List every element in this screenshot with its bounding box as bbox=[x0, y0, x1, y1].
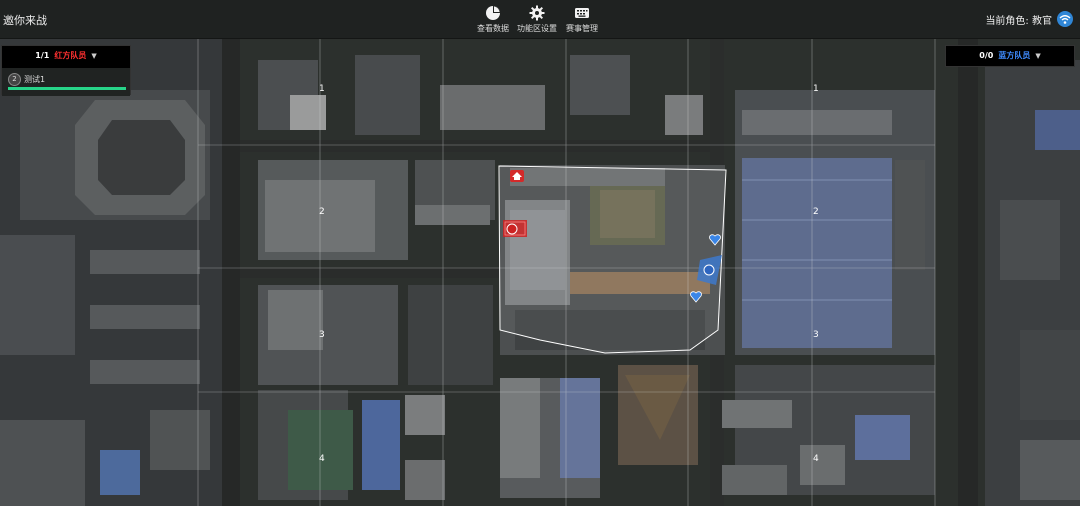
zone-label-right-1: 1 bbox=[813, 84, 819, 94]
red-team-name: 红方队员 bbox=[54, 51, 87, 60]
function-area-settings-label: 功能区设置 bbox=[517, 24, 557, 33]
gear-icon bbox=[529, 5, 545, 21]
red-house-icon bbox=[510, 170, 524, 182]
blue-team-count: 0/0 bbox=[979, 51, 994, 60]
zone-label-right-2: 2 bbox=[813, 207, 819, 217]
pie-chart-icon bbox=[486, 6, 500, 20]
blue-team-panel: 0/0 蓝方队员 ▼ bbox=[945, 45, 1075, 67]
list-item[interactable]: 2 测试1 bbox=[2, 68, 130, 96]
zone-boundary bbox=[498, 165, 727, 354]
zone-label-left-3: 3 bbox=[319, 330, 325, 340]
zone-label-left-4: 4 bbox=[319, 454, 325, 464]
red-team-panel: 1/1 红方队员 ▼ 2 测试1 bbox=[1, 45, 131, 96]
blue-team-name: 蓝方队员 bbox=[998, 51, 1031, 60]
role-label: 当前角色: bbox=[985, 16, 1029, 27]
health-bar-fill bbox=[8, 87, 126, 90]
wifi-icon[interactable] bbox=[1057, 11, 1073, 27]
zone-label-left-2: 2 bbox=[319, 207, 325, 217]
zone-label-right-3: 3 bbox=[813, 330, 819, 340]
red-base-marker bbox=[503, 220, 527, 237]
red-team-count: 1/1 bbox=[35, 51, 50, 60]
zone-label-right-4: 4 bbox=[813, 454, 819, 464]
keyboard-icon bbox=[575, 8, 589, 18]
event-management-button[interactable]: 赛事管理 bbox=[552, 5, 612, 34]
blue-team-header[interactable]: 0/0 蓝方队员 ▼ bbox=[946, 46, 1074, 66]
red-team-header[interactable]: 1/1 红方队员 ▼ bbox=[2, 46, 130, 66]
chevron-down-icon[interactable]: ▼ bbox=[91, 46, 96, 66]
current-role: 当前角色: 教官 bbox=[985, 12, 1052, 27]
role-value: 教官 bbox=[1032, 16, 1052, 27]
app-title: 邀你来战 bbox=[3, 14, 47, 27]
member-number: 2 bbox=[8, 73, 21, 86]
top-bar: 邀你来战 查看数据 功能区设置 赛事管理 当前角色: 教官 bbox=[0, 0, 1080, 39]
event-management-label: 赛事管理 bbox=[566, 24, 598, 33]
satellite-map[interactable] bbox=[0, 0, 1080, 506]
member-name: 测试1 bbox=[24, 75, 46, 84]
chevron-down-icon[interactable]: ▼ bbox=[1035, 46, 1040, 66]
view-data-label: 查看数据 bbox=[477, 24, 509, 33]
zone-label-left-1: 1 bbox=[319, 84, 325, 94]
health-bar bbox=[8, 87, 126, 90]
